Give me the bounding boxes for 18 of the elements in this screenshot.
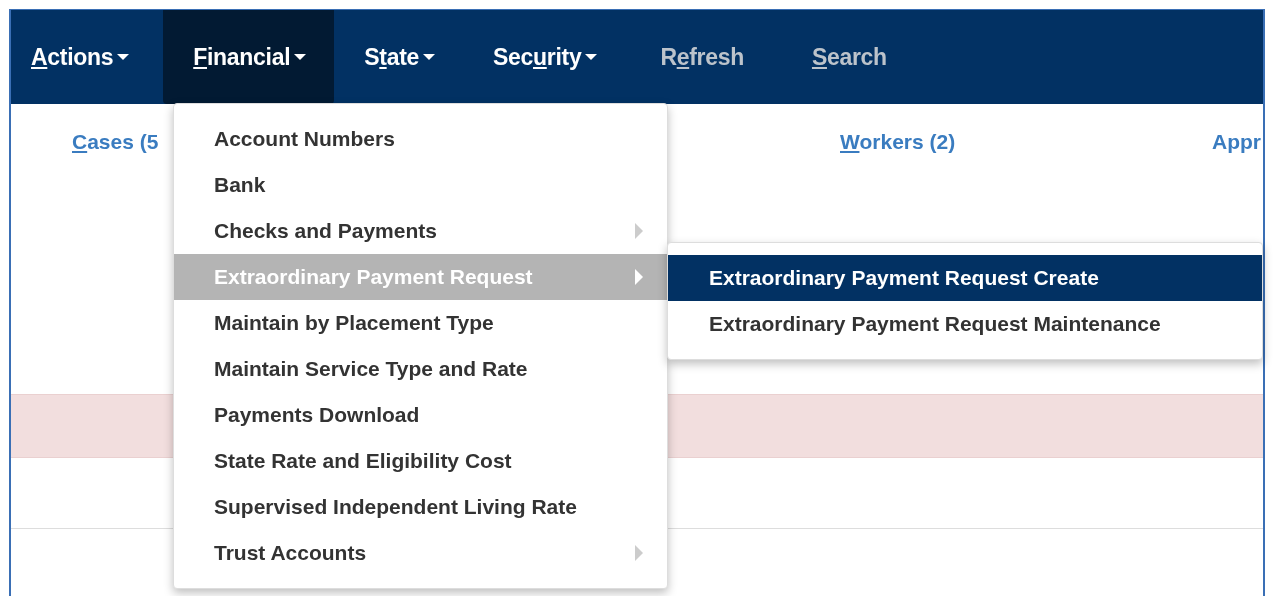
- menu-item[interactable]: Supervised Independent Living Rate: [174, 484, 667, 530]
- nav-tab[interactable]: State: [334, 10, 463, 104]
- summary-link[interactable]: Workers (2): [840, 130, 956, 154]
- menu-item[interactable]: Maintain Service Type and Rate: [174, 346, 667, 392]
- menu-item[interactable]: Extraordinary Payment Request Create: [668, 255, 1262, 301]
- summary-link[interactable]: Appr: [1212, 130, 1261, 154]
- nav-tab[interactable]: Financial: [163, 10, 335, 104]
- menu-item[interactable]: State Rate and Eligibility Cost: [174, 438, 667, 484]
- nav-tab[interactable]: Actions: [11, 10, 164, 104]
- menu-item[interactable]: Maintain by Placement Type: [174, 300, 667, 346]
- menu-item[interactable]: Checks and Payments: [174, 208, 667, 254]
- nav-tab[interactable]: Security: [463, 10, 626, 104]
- menu-item[interactable]: Payments Download: [174, 392, 667, 438]
- menu-item[interactable]: Account Numbers: [174, 116, 667, 162]
- summary-link[interactable]: Cases (5: [72, 130, 159, 154]
- menu-item[interactable]: Trust Accounts: [174, 530, 667, 576]
- menu-item[interactable]: Extraordinary Payment Request Maintenance: [668, 301, 1262, 347]
- menu-item[interactable]: Bank: [174, 162, 667, 208]
